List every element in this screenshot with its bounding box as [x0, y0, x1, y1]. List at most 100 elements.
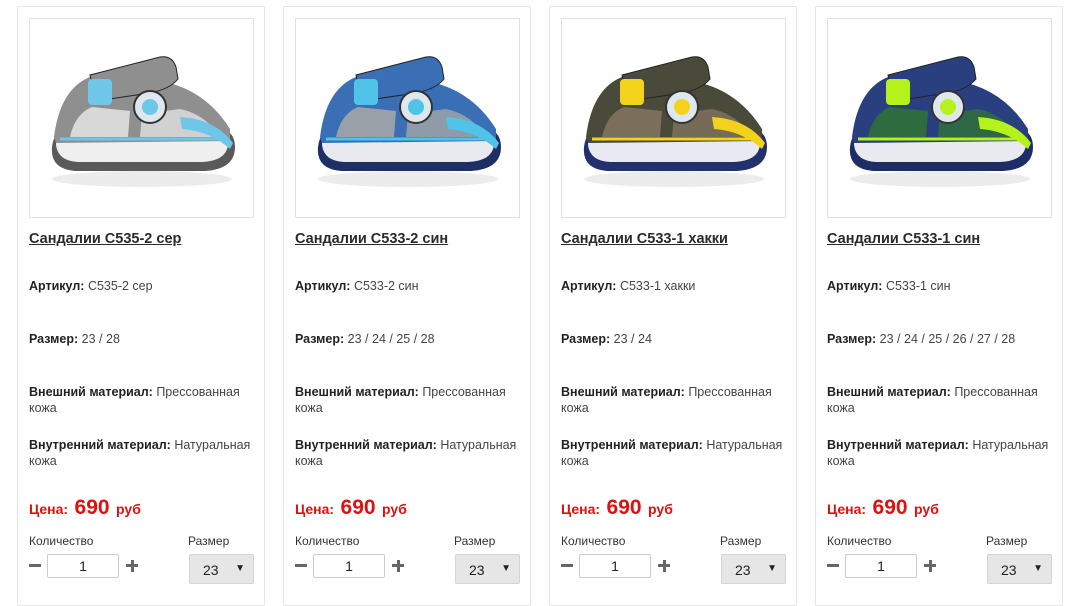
inner-material-row: Внутренний материал: Натуральная кожа — [827, 437, 1059, 469]
price-currency: руб — [648, 501, 673, 517]
outer-material-label: Внешний материал: — [561, 385, 685, 399]
price-value: 690 — [872, 496, 908, 519]
sku-value: С533-1 син — [885, 279, 951, 293]
price: Цена: 690 руб — [295, 496, 407, 520]
outer-material-label: Внешний материал: — [827, 385, 951, 399]
price-currency: руб — [116, 501, 141, 517]
inner-material-label: Внутренний материал: — [561, 438, 703, 452]
minus-icon[interactable] — [27, 556, 43, 574]
size-label: Размер: — [827, 332, 877, 346]
size-select[interactable]: 23 ▼ — [721, 554, 786, 584]
size-select-value: 23 — [735, 562, 751, 578]
quantity-label: Количество — [29, 534, 94, 548]
product-card: Сандалии С535-2 сер Артикул: С535-2 сер … — [17, 6, 265, 606]
size-select-label: Размер — [454, 534, 496, 548]
minus-icon[interactable] — [825, 556, 841, 574]
sku-label: Артикул: — [561, 279, 617, 293]
inner-material-row: Внутренний материал: Натуральная кожа — [29, 437, 261, 469]
product-image[interactable] — [561, 18, 786, 218]
size-value: 23 / 24 / 25 / 28 — [347, 332, 435, 346]
price-value: 690 — [74, 496, 110, 519]
sku-row: Артикул: С533-1 хакки — [561, 278, 793, 294]
outer-material-label: Внешний материал: — [29, 385, 153, 399]
sandal-image — [583, 56, 767, 187]
minus-icon[interactable] — [559, 556, 575, 574]
product-title-link[interactable]: Сандалии С533-2 син — [295, 231, 448, 247]
quantity-input[interactable] — [845, 554, 917, 578]
size-select-label: Размер — [188, 534, 230, 548]
size-select[interactable]: 23 ▼ — [189, 554, 254, 584]
size-value: 23 / 24 — [613, 332, 652, 346]
sku-row: Артикул: С535-2 сер — [29, 278, 261, 294]
sandal-image — [317, 56, 501, 187]
inner-material-label: Внутренний материал: — [295, 438, 437, 452]
sku-value: С533-2 син — [353, 279, 419, 293]
outer-material-row: Внешний материал: Прессованная кожа — [29, 384, 261, 416]
product-grid: Сандалии С535-2 сер Артикул: С535-2 сер … — [17, 6, 1063, 606]
product-title-link[interactable]: Сандалии С533-1 хакки — [561, 231, 728, 247]
outer-material-label: Внешний материал: — [295, 385, 419, 399]
size-select-value: 23 — [203, 562, 219, 578]
chevron-down-icon: ▼ — [1033, 563, 1043, 574]
inner-material-label: Внутренний материал: — [29, 438, 171, 452]
product-card: Сандалии С533-1 син Артикул: С533-1 син … — [815, 6, 1063, 606]
sandal-image — [849, 56, 1033, 187]
size-value: 23 / 28 — [81, 332, 120, 346]
size-row: Размер: 23 / 24 / 25 / 28 — [295, 331, 527, 347]
price-label: Цена: — [29, 501, 69, 517]
quantity-input[interactable] — [313, 554, 385, 578]
product-title-link[interactable]: Сандалии С535-2 сер — [29, 231, 181, 247]
size-select-value: 23 — [469, 562, 485, 578]
quantity-input[interactable] — [579, 554, 651, 578]
plus-icon[interactable] — [390, 556, 406, 574]
inner-material-label: Внутренний материал: — [827, 438, 969, 452]
price: Цена: 690 руб — [827, 496, 939, 520]
product-card: Сандалии С533-1 хакки Артикул: С533-1 ха… — [549, 6, 797, 606]
quantity-label: Количество — [561, 534, 626, 548]
size-select-label: Размер — [986, 534, 1028, 548]
sku-row: Артикул: С533-2 син — [295, 278, 527, 294]
quantity-label: Количество — [295, 534, 360, 548]
inner-material-row: Внутренний материал: Натуральная кожа — [561, 437, 793, 469]
size-row: Размер: 23 / 24 / 25 / 26 / 27 / 28 — [827, 331, 1059, 347]
sku-label: Артикул: — [827, 279, 883, 293]
size-row: Размер: 23 / 28 — [29, 331, 261, 347]
product-title-link[interactable]: Сандалии С533-1 син — [827, 231, 980, 247]
size-value: 23 / 24 / 25 / 26 / 27 / 28 — [879, 332, 1016, 346]
price-label: Цена: — [827, 501, 867, 517]
price-currency: руб — [382, 501, 407, 517]
sandal-image — [51, 56, 235, 187]
price-currency: руб — [914, 501, 939, 517]
price: Цена: 690 руб — [29, 496, 141, 520]
quantity-label: Количество — [827, 534, 892, 548]
price-label: Цена: — [561, 501, 601, 517]
size-select-label: Размер — [720, 534, 762, 548]
sku-value: С533-1 хакки — [619, 279, 696, 293]
size-label: Размер: — [295, 332, 345, 346]
price: Цена: 690 руб — [561, 496, 673, 520]
sku-row: Артикул: С533-1 син — [827, 278, 1059, 294]
product-image[interactable] — [295, 18, 520, 218]
product-image[interactable] — [827, 18, 1052, 218]
chevron-down-icon: ▼ — [235, 563, 245, 574]
quantity-input[interactable] — [47, 554, 119, 578]
size-select[interactable]: 23 ▼ — [455, 554, 520, 584]
sku-value: С535-2 сер — [87, 279, 153, 293]
plus-icon[interactable] — [922, 556, 938, 574]
size-select-value: 23 — [1001, 562, 1017, 578]
minus-icon[interactable] — [293, 556, 309, 574]
size-select[interactable]: 23 ▼ — [987, 554, 1052, 584]
price-label: Цена: — [295, 501, 335, 517]
inner-material-row: Внутренний материал: Натуральная кожа — [295, 437, 527, 469]
outer-material-row: Внешний материал: Прессованная кожа — [561, 384, 793, 416]
chevron-down-icon: ▼ — [501, 563, 511, 574]
outer-material-row: Внешний материал: Прессованная кожа — [295, 384, 527, 416]
price-value: 690 — [606, 496, 642, 519]
product-image[interactable] — [29, 18, 254, 218]
plus-icon[interactable] — [656, 556, 672, 574]
price-value: 690 — [340, 496, 376, 519]
size-label: Размер: — [561, 332, 611, 346]
plus-icon[interactable] — [124, 556, 140, 574]
sku-label: Артикул: — [295, 279, 351, 293]
size-label: Размер: — [29, 332, 79, 346]
